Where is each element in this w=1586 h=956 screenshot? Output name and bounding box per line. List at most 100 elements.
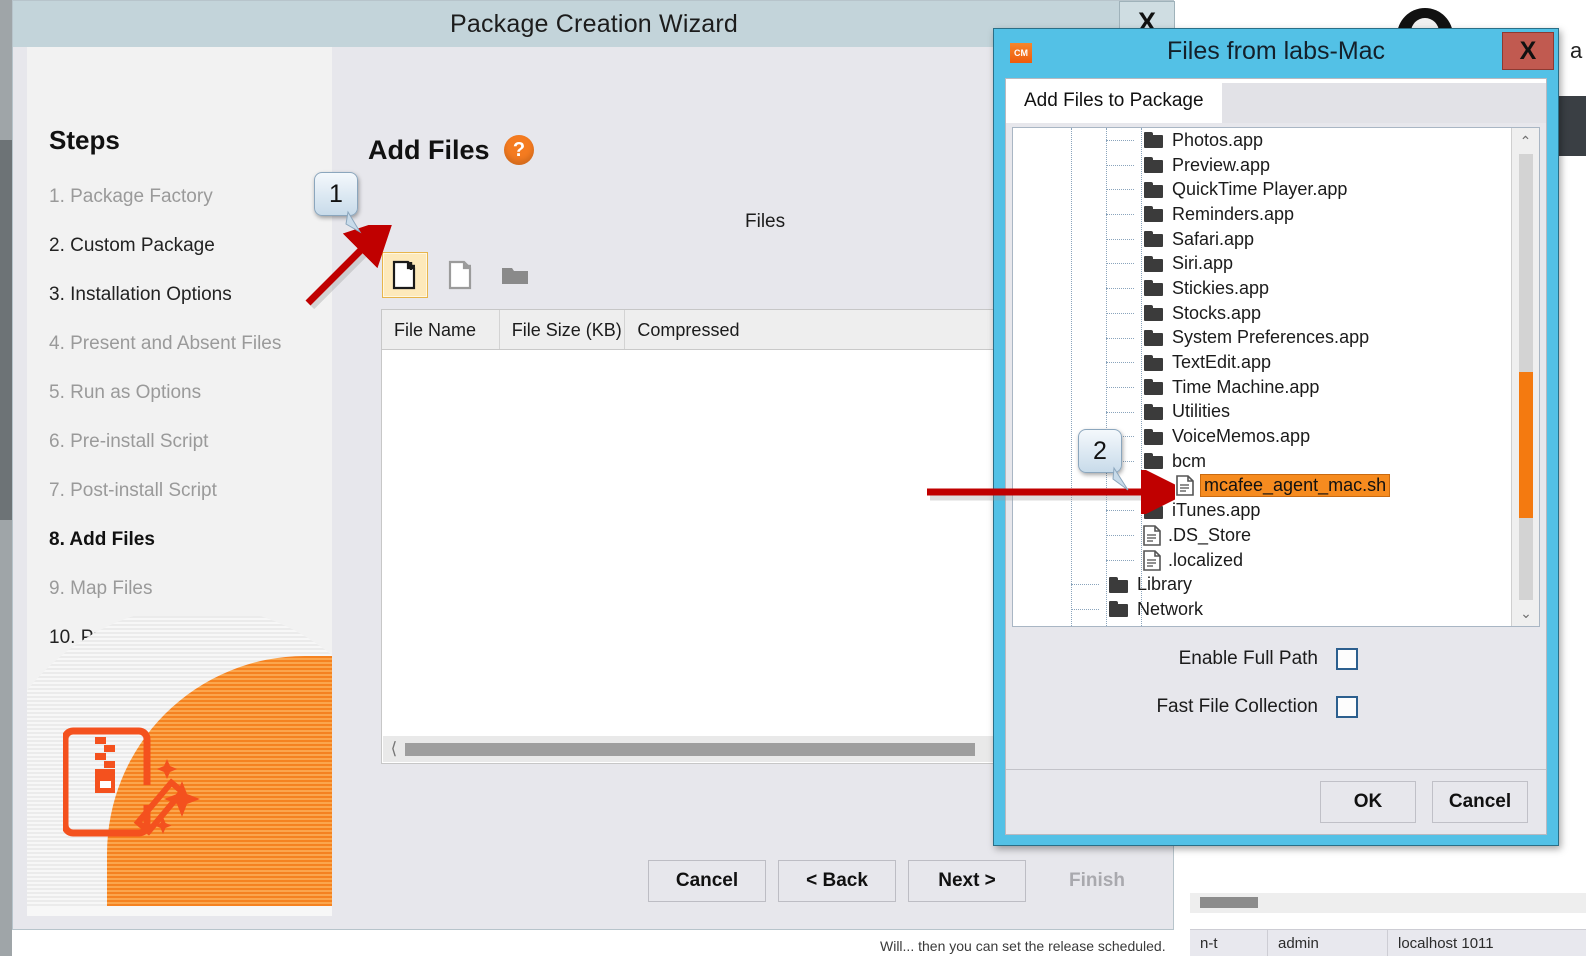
app-icon: CM <box>1010 43 1032 63</box>
column-file-name[interactable]: File Name <box>382 310 500 349</box>
tab-add-files-to-package[interactable]: Add Files to Package <box>1006 79 1222 123</box>
tree-item-system-preferences-app[interactable]: System Preferences.app <box>1013 326 1511 351</box>
tree-item-label: System <box>1137 624 1197 626</box>
tabstrip: Add Files to Package <box>1006 79 1546 123</box>
tree-item-system[interactable]: System <box>1013 622 1511 626</box>
callout-number: 1 <box>329 179 343 208</box>
folder-icon <box>1143 181 1165 199</box>
folder-icon <box>1143 452 1165 470</box>
tree-item-time-machine-app[interactable]: Time Machine.app <box>1013 375 1511 400</box>
sidebar-item-pre-install-script[interactable]: 6. Pre-install Script <box>49 417 329 466</box>
steps-list: 1. Package Factory 2. Custom Package 3. … <box>49 172 329 662</box>
tree-item-label: .localized <box>1168 549 1244 570</box>
close-icon[interactable]: X <box>1502 32 1554 70</box>
tree-item-network[interactable]: Network <box>1013 597 1511 622</box>
folder-icon <box>1108 576 1130 594</box>
scrollbar-thumb[interactable] <box>1519 372 1533 518</box>
fast-file-collection-row: Fast File Collection <box>1006 683 1546 731</box>
tree-item-label: Siri.app <box>1172 253 1234 274</box>
finish-button: Finish <box>1038 860 1156 902</box>
cancel-button[interactable]: Cancel <box>1432 781 1528 823</box>
wizard-footer: Cancel < Back Next > Finish <box>332 847 1168 915</box>
sidebar-item-custom-package[interactable]: 2. Custom Package <box>49 221 329 270</box>
package-wizard-logo-icon <box>63 719 223 844</box>
file-icon <box>1143 549 1161 571</box>
tree-item-stickies-app[interactable]: Stickies.app <box>1013 276 1511 301</box>
scroll-down-icon[interactable]: ⌄ <box>1512 600 1539 626</box>
tree-item-safari-app[interactable]: Safari.app <box>1013 227 1511 252</box>
tree-item-label: .DS_Store <box>1168 524 1252 545</box>
folder-icon <box>1143 428 1165 446</box>
next-button[interactable]: Next > <box>908 860 1026 902</box>
fast-file-collection-checkbox[interactable] <box>1336 696 1358 718</box>
tree-item-quicktime-player-app[interactable]: QuickTime Player.app <box>1013 177 1511 202</box>
sidebar-item-add-files[interactable]: 8. Add Files <box>49 515 329 564</box>
column-file-size[interactable]: File Size (KB) <box>500 310 626 349</box>
background-horizontal-scrollbar[interactable] <box>1190 893 1586 913</box>
tree-item-label: VoiceMemos.app <box>1172 426 1311 447</box>
sidebar-item-map-files[interactable]: 9. Map Files <box>49 564 329 613</box>
folder-icon <box>1143 205 1165 223</box>
enable-full-path-checkbox[interactable] <box>1336 648 1358 670</box>
scrollbar-thumb[interactable] <box>405 742 975 756</box>
wizard-title: Package Creation Wizard <box>449 9 739 38</box>
tree-item-label: System Preferences.app <box>1172 327 1370 348</box>
enable-full-path-row: Enable Full Path <box>1006 635 1546 683</box>
remove-file-icon[interactable] <box>438 252 484 298</box>
sidebar-item-post-install-script[interactable]: 7. Post-install Script <box>49 466 329 515</box>
tree-item-library[interactable]: Library <box>1013 572 1511 597</box>
tree-item-label: Photos.app <box>1172 129 1264 150</box>
tabstrip-filler <box>1202 83 1546 123</box>
page-title: Add Files <box>368 135 490 165</box>
folder-icon <box>1143 354 1165 372</box>
sidebar-item-package-factory[interactable]: 1. Package Factory <box>49 172 329 221</box>
tree-item-label: TextEdit.app <box>1172 352 1272 373</box>
tree-item-ds-store[interactable]: .DS_Store <box>1013 523 1511 548</box>
background-cell-1: n-t <box>1190 930 1268 956</box>
sidebar-item-installation-options[interactable]: 3. Installation Options <box>49 270 329 319</box>
tree-item-textedit-app[interactable]: TextEdit.app <box>1013 350 1511 375</box>
back-button[interactable]: < Back <box>778 860 896 902</box>
folder-icon <box>1143 255 1165 273</box>
tree-item-label: Preview.app <box>1172 154 1271 175</box>
scroll-up-icon[interactable]: ⌃ <box>1512 128 1539 154</box>
dialog-footer: OK Cancel <box>1006 770 1546 834</box>
folder-icon <box>1143 329 1165 347</box>
scroll-left-icon[interactable]: ⟨ <box>383 739 405 759</box>
cancel-button[interactable]: Cancel <box>648 860 766 902</box>
file-icon <box>1176 475 1194 497</box>
background-table-row: n-t admin localhost 1011 <box>1190 929 1586 956</box>
tree-item-label: Stickies.app <box>1172 277 1270 298</box>
sidebar-item-run-as-options[interactable]: 5. Run as Options <box>49 368 329 417</box>
steps-heading: Steps <box>49 125 120 155</box>
fast-file-collection-label: Fast File Collection <box>1156 696 1318 717</box>
background-cell-3: localhost 1011 <box>1398 935 1494 952</box>
background-left-strip <box>0 0 12 956</box>
tree-item-reminders-app[interactable]: Reminders.app <box>1013 202 1511 227</box>
file-icon <box>1143 525 1161 546</box>
folder-icon <box>1143 131 1165 149</box>
tree-item-utilities[interactable]: Utilities <box>1013 400 1511 425</box>
tree-item-preview-app[interactable]: Preview.app <box>1013 153 1511 178</box>
screen: a n-t admin localhost 1011 Will... then … <box>0 0 1586 956</box>
dialog-titlebar: CM Files from labs-Mac X <box>994 29 1558 73</box>
tree-item-label: Time Machine.app <box>1172 376 1320 397</box>
tree-item-photos-app[interactable]: Photos.app <box>1013 128 1511 153</box>
tree-item-stocks-app[interactable]: Stocks.app <box>1013 301 1511 326</box>
files-toolbar <box>382 252 782 300</box>
tree-item-siri-app[interactable]: Siri.app <box>1013 251 1511 276</box>
tree-item-label: Stocks.app <box>1172 302 1262 323</box>
ok-button[interactable]: OK <box>1320 781 1416 823</box>
tree-item-label: Network <box>1137 598 1204 619</box>
add-folder-icon[interactable] <box>492 252 538 298</box>
file-tree-vertical-scrollbar[interactable]: ⌃ ⌄ <box>1511 128 1539 626</box>
folder-icon <box>1143 230 1165 248</box>
folder-icon <box>1143 304 1165 322</box>
file-tree: Photos.app Preview.app QuickTime Player.… <box>1012 127 1540 627</box>
tree-item-label: iTunes.app <box>1172 500 1261 521</box>
file-tree-scroll-area[interactable]: Photos.app Preview.app QuickTime Player.… <box>1013 128 1511 626</box>
dialog-title: Files from labs-Mac <box>1166 36 1386 65</box>
tree-item-localized[interactable]: .localized <box>1013 548 1511 573</box>
help-icon[interactable]: ? <box>504 135 534 165</box>
sidebar-item-present-and-absent-files[interactable]: 4. Present and Absent Files <box>49 319 329 368</box>
